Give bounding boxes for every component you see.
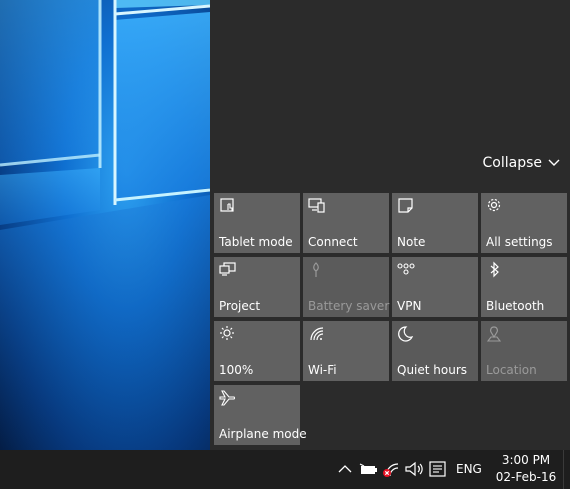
clock-date: 02-Feb-16	[495, 470, 557, 484]
tile-label: Battery saver	[308, 299, 390, 313]
project-icon	[219, 261, 237, 279]
tile-quiet-hours[interactable]: Quiet hours	[392, 321, 478, 381]
settings-gear-icon	[486, 197, 504, 215]
show-desktop-button[interactable]	[563, 450, 570, 489]
bluetooth-icon	[486, 261, 504, 279]
windows-logo-light-beams	[0, 0, 210, 450]
chevron-down-icon	[548, 159, 560, 166]
tile-tablet-mode[interactable]: Tablet mode	[214, 193, 300, 253]
tile-wifi[interactable]: Wi-Fi	[303, 321, 389, 381]
tile-note[interactable]: Note	[392, 193, 478, 253]
tile-label: Bluetooth	[486, 299, 545, 313]
collapse-button[interactable]: Collapse	[483, 155, 561, 171]
brightness-icon	[219, 325, 237, 343]
location-icon	[486, 325, 504, 343]
moon-icon	[397, 325, 415, 343]
tile-bluetooth[interactable]: Bluetooth	[481, 257, 567, 317]
tile-label: Airplane mode	[219, 427, 307, 441]
airplane-icon	[219, 389, 237, 407]
connect-icon	[308, 197, 326, 215]
tile-brightness[interactable]: 100%	[214, 321, 300, 381]
tile-connect[interactable]: Connect	[303, 193, 389, 253]
taskbar-clock[interactable]: 3:00 PM 02-Feb-16	[494, 452, 558, 486]
tile-location[interactable]: Location	[481, 321, 567, 381]
tile-label: Wi-Fi	[308, 363, 337, 377]
volume-icon[interactable]	[403, 458, 425, 480]
tile-airplane-mode[interactable]: Airplane mode	[214, 385, 307, 445]
tile-label: VPN	[397, 299, 422, 313]
tile-all-settings[interactable]: All settings	[481, 193, 567, 253]
tile-label: Connect	[308, 235, 358, 249]
action-center-panel: Collapse Tablet mode Connect Note All se…	[210, 0, 570, 450]
desktop-wallpaper	[0, 0, 210, 450]
input-language-indicator[interactable]: ENG	[456, 462, 482, 476]
tile-label: 100%	[219, 363, 254, 377]
network-disconnected-icon[interactable]	[380, 458, 402, 480]
tile-label: Quiet hours	[397, 363, 468, 377]
battery-icon[interactable]	[357, 458, 379, 480]
tile-label: Note	[397, 235, 426, 249]
note-icon	[397, 197, 415, 215]
action-center-icon[interactable]	[427, 458, 449, 480]
tile-project[interactable]: Project	[214, 257, 300, 317]
tile-battery-saver[interactable]: Battery saver	[303, 257, 389, 317]
collapse-label: Collapse	[482, 155, 543, 171]
tablet-mode-icon	[219, 197, 237, 215]
chevron-up-icon[interactable]	[334, 458, 356, 480]
tile-label: Tablet mode	[219, 235, 293, 249]
tile-label: Project	[219, 299, 261, 313]
tile-label: Location	[486, 363, 537, 377]
battery-saver-icon	[308, 261, 326, 279]
tile-label: All settings	[486, 235, 553, 249]
clock-time: 3:00 PM	[501, 453, 551, 467]
wifi-icon	[308, 325, 326, 343]
taskbar: ENG 3:00 PM 02-Feb-16	[0, 450, 570, 489]
vpn-icon	[397, 261, 415, 279]
tile-vpn[interactable]: VPN	[392, 257, 478, 317]
